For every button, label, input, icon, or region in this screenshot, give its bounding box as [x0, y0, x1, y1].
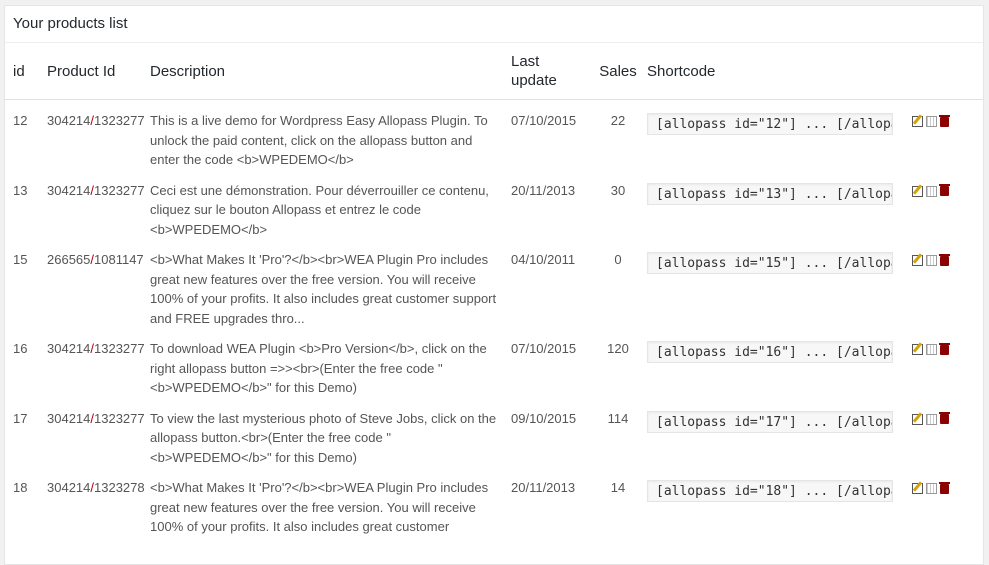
row-last-update: 07/10/2015 [511, 341, 577, 356]
row-sales: 14 [610, 480, 626, 495]
row-shortcode-cell: [allopass id="12"] ... [/allopass] [647, 100, 912, 170]
table-row: 18 304214/1323278 <b>What Makes It 'Pro'… [5, 467, 983, 537]
product-id-doc: 1323277 [94, 113, 145, 128]
delete-icon[interactable] [939, 253, 950, 266]
row-id: 16 [13, 341, 28, 356]
product-id-doc: 1323277 [94, 341, 145, 356]
row-id: 17 [13, 410, 28, 426]
row-id: 13 [13, 182, 28, 198]
row-description: <b>What Makes It 'Pro'?</b><br>WEA Plugi… [150, 252, 497, 326]
panel-title: Your products list [5, 6, 983, 43]
delete-icon[interactable] [939, 114, 950, 127]
table-row: 13 304214/1323277 Ceci est une démonstra… [5, 170, 983, 240]
shortcode-field[interactable]: [allopass id="16"] ... [/allopass] [647, 341, 893, 363]
shortcode-field[interactable]: [allopass id="15"] ... [/allopass] [647, 252, 893, 274]
row-id: 18 [13, 480, 28, 495]
row-last-update: 09/10/2015 [511, 410, 577, 426]
row-last-update: 20/11/2013 [511, 182, 576, 198]
row-shortcode-cell: [allopass id="17"] ... [/allopass] [647, 398, 912, 468]
product-id-doc: 1323278 [94, 480, 145, 495]
col-header-last-update[interactable]: Last update [511, 43, 589, 100]
row-description: Ceci est une démonstration. Pour déverro… [150, 182, 489, 237]
row-product-id: 304214/1323277 [47, 170, 150, 240]
col-header-product-id[interactable]: Product Id [47, 43, 150, 100]
duplicate-icon[interactable] [926, 344, 937, 356]
row-last-update: 04/10/2011 [511, 252, 576, 267]
row-sales: 30 [610, 182, 626, 198]
row-actions [912, 239, 983, 328]
table-header-row: id Product Id Description Last update Sa… [5, 43, 983, 100]
row-actions [912, 328, 983, 398]
row-last-update: 20/11/2013 [511, 480, 576, 495]
row-sales: 120 [607, 341, 629, 356]
duplicate-icon[interactable] [926, 116, 937, 128]
row-product-id: 304214/1323277 [47, 398, 150, 468]
col-header-id[interactable]: id [5, 43, 47, 100]
shortcode-field[interactable]: [allopass id="17"] ... [/allopass] [647, 410, 893, 433]
col-header-description[interactable]: Description [150, 43, 511, 100]
row-sales: 0 [614, 252, 622, 267]
table-row: 17 304214/1323277 To view the last myste… [5, 398, 983, 468]
product-id-site: 304214 [47, 410, 91, 426]
row-product-id: 266565/1081147 [47, 239, 150, 328]
row-product-id: 304214/1323278 [47, 467, 150, 537]
row-actions [912, 467, 983, 537]
delete-icon[interactable] [939, 481, 950, 494]
edit-icon[interactable] [912, 116, 923, 128]
product-id-site: 304214 [47, 341, 91, 356]
row-sales: 114 [607, 410, 629, 426]
col-header-shortcode[interactable]: Shortcode [647, 43, 912, 100]
row-description: To download WEA Plugin <b>Pro Version</b… [150, 341, 487, 395]
row-description: This is a live demo for Wordpress Easy A… [150, 113, 488, 167]
table-row: 16 304214/1323277 To download WEA Plugin… [5, 328, 983, 398]
duplicate-icon[interactable] [926, 185, 937, 197]
edit-icon[interactable] [912, 344, 923, 356]
row-product-id: 304214/1323277 [47, 100, 150, 170]
row-id: 15 [13, 252, 28, 267]
shortcode-field[interactable]: [allopass id="18"] ... [/allopass] [647, 480, 893, 502]
row-description: To view the last mysterious photo of Ste… [150, 410, 497, 465]
row-actions [912, 398, 983, 468]
delete-icon[interactable] [939, 412, 950, 425]
edit-icon[interactable] [912, 413, 923, 425]
product-id-site: 304214 [47, 480, 91, 495]
product-id-site: 304214 [47, 182, 91, 198]
row-actions [912, 100, 983, 170]
row-id: 12 [13, 113, 28, 128]
products-panel: Your products list id Product Id Descrip… [4, 5, 984, 565]
edit-icon[interactable] [912, 255, 923, 267]
delete-icon[interactable] [939, 184, 950, 197]
row-shortcode-cell: [allopass id="16"] ... [/allopass] [647, 328, 912, 398]
edit-icon[interactable] [912, 483, 923, 495]
products-table: id Product Id Description Last update Sa… [5, 43, 983, 537]
product-id-doc: 1323277 [94, 410, 145, 426]
delete-icon[interactable] [939, 342, 950, 355]
row-actions [912, 170, 983, 240]
duplicate-icon[interactable] [926, 255, 937, 267]
row-product-id: 304214/1323277 [47, 328, 150, 398]
row-shortcode-cell: [allopass id="15"] ... [/allopass] [647, 239, 912, 328]
row-shortcode-cell: [allopass id="13"] ... [/allopass] [647, 170, 912, 240]
product-id-site: 266565 [47, 252, 91, 267]
duplicate-icon[interactable] [926, 413, 937, 425]
product-id-doc: 1323277 [94, 182, 145, 198]
table-body: 12 304214/1323277 This is a live demo fo… [5, 100, 983, 537]
col-header-sales[interactable]: Sales [589, 43, 647, 100]
col-header-actions [912, 43, 983, 100]
row-description: <b>What Makes It 'Pro'?</b><br>WEA Plugi… [150, 480, 489, 534]
product-id-site: 304214 [47, 113, 91, 128]
row-shortcode-cell: [allopass id="18"] ... [/allopass] [647, 467, 912, 537]
table-row: 15 266565/1081147 <b>What Makes It 'Pro'… [5, 239, 983, 328]
table-row: 12 304214/1323277 This is a live demo fo… [5, 100, 983, 170]
row-sales: 22 [610, 113, 626, 128]
shortcode-field[interactable]: [allopass id="12"] ... [/allopass] [647, 113, 893, 135]
shortcode-field[interactable]: [allopass id="13"] ... [/allopass] [647, 182, 893, 205]
product-id-doc: 1081147 [94, 252, 144, 267]
edit-icon[interactable] [912, 185, 923, 197]
duplicate-icon[interactable] [926, 483, 937, 495]
row-last-update: 07/10/2015 [511, 113, 577, 128]
